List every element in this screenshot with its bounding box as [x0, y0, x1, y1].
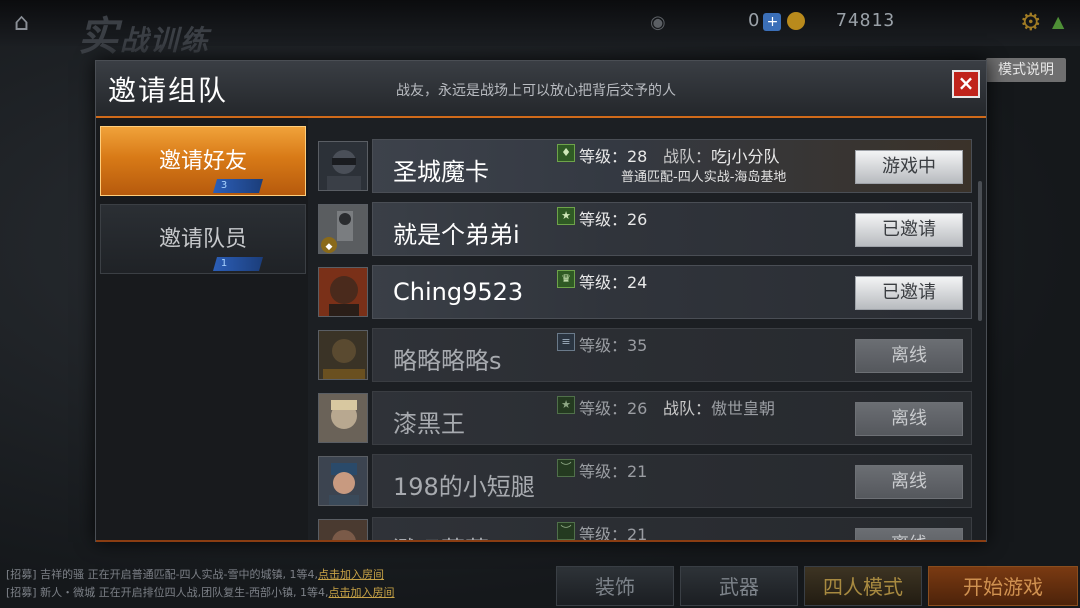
chat-line: [招募] 新人・微城 正在开启排位四人战,团队复生-西部小镇, 1等4,点击加入…: [6, 586, 395, 599]
page-title: 实战训练: [78, 14, 211, 60]
friend-name: 略略略略s: [393, 347, 502, 375]
in-game-button[interactable]: 游戏中: [855, 150, 963, 184]
money-counter: 74813: [836, 10, 896, 31]
count-badge: 1: [213, 257, 263, 271]
friend-name: Ching9523: [393, 278, 524, 306]
rank-icon: ︶: [557, 459, 575, 477]
friend-name: 圣城魔卡: [393, 158, 489, 186]
rank-icon: ≡: [557, 333, 575, 351]
friend-row[interactable]: 198的小短腿 ︶ 等级：21 离线: [310, 452, 976, 510]
friend-level: 等级：28: [579, 147, 648, 166]
tab-invite-teammates[interactable]: 邀请队员 1: [100, 204, 306, 274]
rank-icon: ♛: [557, 270, 575, 288]
friend-level: 等级：26: [579, 210, 648, 229]
tab-label: 邀请队员: [158, 227, 247, 252]
svg-text:◆: ◆: [326, 242, 333, 252]
add-currency-icon[interactable]: +: [763, 13, 782, 31]
friend-row[interactable]: 漆黑王 ★ 等级：26 战队：傲世皇朝 离线: [310, 389, 976, 447]
friend-row[interactable]: ◆ 就是个弟弟i ★ 等级：26 已邀请: [310, 200, 976, 258]
invited-button[interactable]: 已邀请: [855, 276, 963, 310]
join-room-link[interactable]: 点击加入房间: [318, 568, 384, 581]
top-bar: ⌂ 实战训练 ◉ 0 + 74813 ⚙ ▲: [0, 0, 1080, 60]
friend-level: 等级：21: [579, 525, 648, 540]
friend-row-body: 圣城魔卡 ♦ 等级：28 战队：吃j小分队 普通匹配-四人实战-海岛基地 游戏中: [372, 139, 972, 193]
offline-button: 离线: [855, 339, 963, 373]
decorate-button[interactable]: 装饰: [556, 566, 674, 606]
wifi-icon: ◉: [650, 12, 666, 33]
list-scrollbar[interactable]: [978, 181, 982, 321]
tab-label: 邀请好友: [158, 149, 247, 174]
avatar: [318, 393, 368, 443]
invite-tabs: 邀请好友 3 邀请队员 1: [96, 118, 308, 541]
gold-coin-icon: [787, 12, 806, 30]
friend-list[interactable]: 圣城魔卡 ♦ 等级：28 战队：吃j小分队 普通匹配-四人实战-海岛基地 游戏中…: [310, 135, 976, 540]
avatar: [318, 330, 368, 380]
friend-level: 等级：26: [579, 399, 648, 418]
dialog-header: 邀请组队 战友，永远是战场上可以放心把背后交予的人 ×: [96, 61, 986, 118]
rank-icon: ★: [557, 207, 575, 225]
friend-name: 溅叹蔡蔡: [393, 530, 489, 540]
avatar: [318, 267, 368, 317]
rank-icon: ★: [557, 396, 575, 414]
chat-line: [招募] 吉祥的骚 正在开启普通匹配-四人实战-雪中的城镇, 1等4,点击加入房…: [6, 568, 385, 581]
friend-name: 漆黑王: [393, 410, 465, 438]
mode-info-button[interactable]: 模式说明: [986, 58, 1066, 82]
friend-row-body: Ching9523 ♛ 等级：24 已邀请: [372, 265, 972, 319]
friend-row[interactable]: 圣城魔卡 ♦ 等级：28 战队：吃j小分队 普通匹配-四人实战-海岛基地 游戏中: [310, 137, 976, 195]
chat-log: [招募] 吉祥的骚 正在开启普通匹配-四人实战-雪中的城镇, 1等4,点击加入房…: [0, 566, 540, 608]
start-game-button[interactable]: 开始游戏: [928, 566, 1078, 606]
friend-level: 等级：24: [579, 273, 648, 292]
friend-row-body: 溅叹蔡蔡 ︶ 等级：21 离线: [372, 517, 972, 540]
dialog-title: 邀请组队: [108, 74, 229, 107]
currency-widget[interactable]: 0 +: [748, 10, 806, 31]
avatar: [318, 519, 368, 540]
rank-icon: ♦: [557, 144, 575, 162]
friend-level: 等级：35: [579, 336, 648, 355]
friend-row[interactable]: Ching9523 ♛ 等级：24 已邀请: [310, 263, 976, 321]
home-icon[interactable]: ⌂: [14, 8, 48, 36]
friend-row-body: 198的小短腿 ︶ 等级：21 离线: [372, 454, 972, 508]
gear-icon[interactable]: ⚙: [1020, 8, 1042, 36]
join-room-link[interactable]: 点击加入房间: [329, 586, 395, 599]
friend-row-body: 略略略略s ≡ 等级：35 离线: [372, 328, 972, 382]
friend-name: 198的小短腿: [393, 473, 535, 501]
friend-team: 战队：吃j小分队: [663, 147, 780, 166]
signal-icon: ▲: [1052, 12, 1065, 31]
friend-row[interactable]: 溅叹蔡蔡 ︶ 等级：21 离线: [310, 515, 976, 540]
friend-name: 就是个弟弟i: [393, 221, 520, 249]
close-icon[interactable]: ×: [952, 70, 980, 98]
offline-button: 离线: [855, 528, 963, 540]
count-badge: 3: [213, 179, 263, 193]
dialog-border: [96, 540, 986, 542]
offline-button: 离线: [855, 465, 963, 499]
weapon-button[interactable]: 武器: [680, 566, 798, 606]
offline-button: 离线: [855, 402, 963, 436]
rank-icon: ︶: [557, 522, 575, 540]
friend-row[interactable]: 略略略略s ≡ 等级：35 离线: [310, 326, 976, 384]
avatar: [318, 141, 368, 191]
friend-row-body: 漆黑王 ★ 等级：26 战队：傲世皇朝 离线: [372, 391, 972, 445]
invite-team-dialog: 邀请组队 战友，永远是战场上可以放心把背后交予的人 × 邀请好友 3 邀请队员 …: [95, 60, 987, 542]
friend-team: 战队：傲世皇朝: [663, 399, 776, 418]
friend-status: 普通匹配-四人实战-海岛基地: [621, 170, 787, 185]
dialog-subtitle: 战友，永远是战场上可以放心把背后交予的人: [396, 83, 676, 99]
friend-level: 等级：21: [579, 462, 648, 481]
invited-button[interactable]: 已邀请: [855, 213, 963, 247]
tab-invite-friends[interactable]: 邀请好友 3: [100, 126, 306, 196]
friend-row-body: 就是个弟弟i ★ 等级：26 已邀请: [372, 202, 972, 256]
avatar: ◆: [318, 204, 368, 254]
mode-button[interactable]: 四人模式: [804, 566, 922, 606]
avatar: [318, 456, 368, 506]
